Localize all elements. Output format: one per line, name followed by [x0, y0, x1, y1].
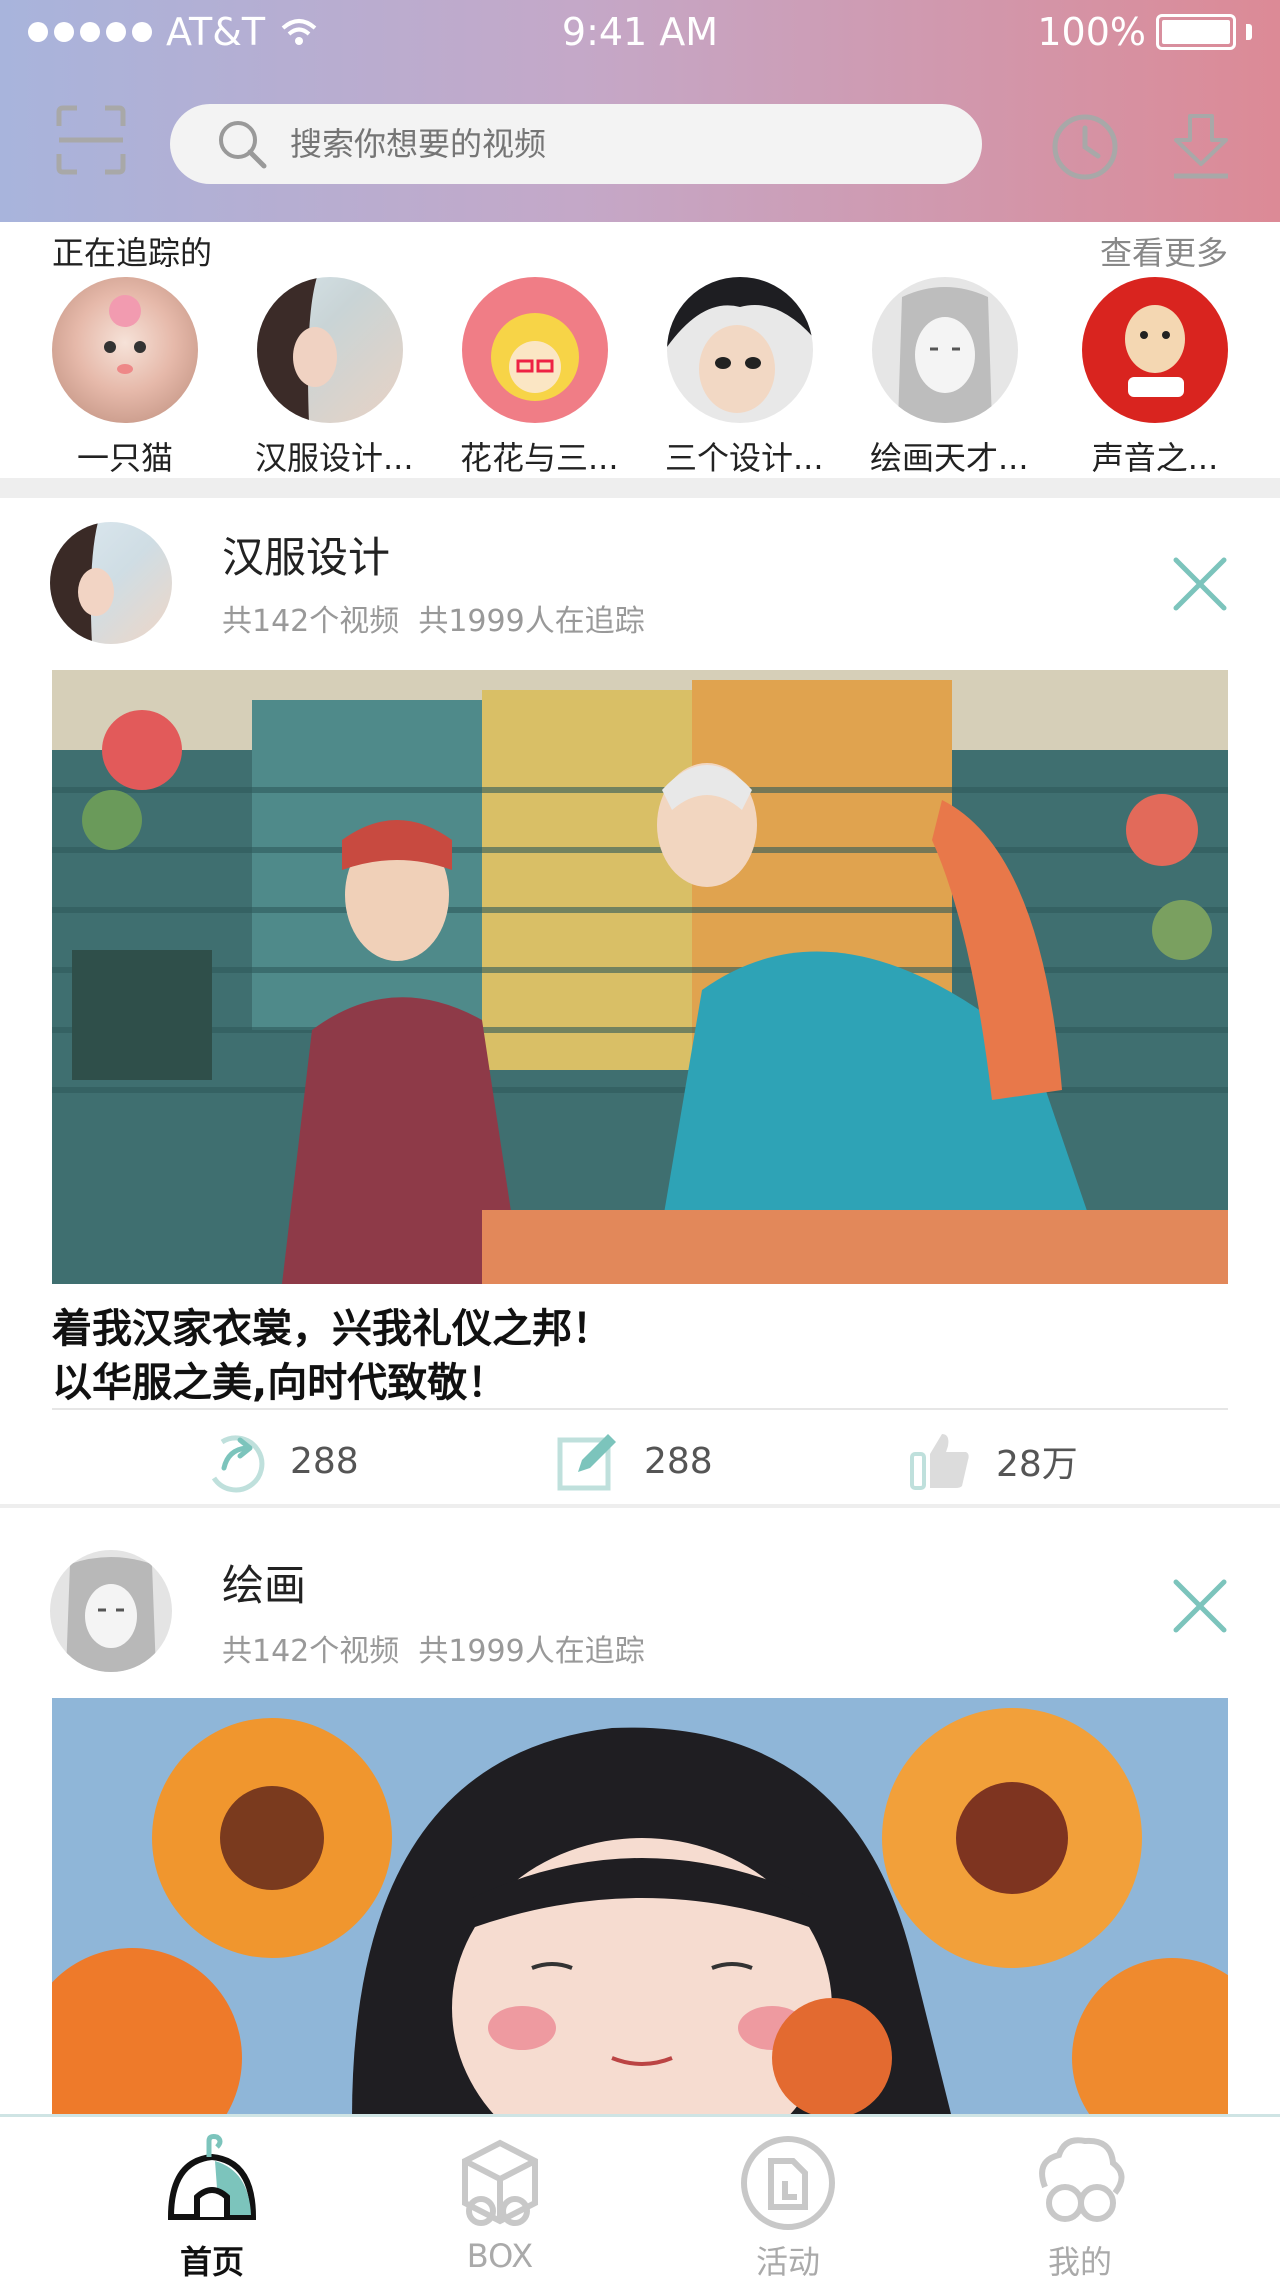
tab-home[interactable]: 首页 — [132, 2131, 292, 2277]
tab-box[interactable]: BOX — [420, 2131, 580, 2275]
follower-count: 共1999人在追踪 — [418, 604, 645, 639]
follower-count: 共1999人在追踪 — [418, 1634, 645, 1669]
following-item[interactable]: 花花与三... — [460, 277, 619, 479]
comment-button[interactable]: 288 — [556, 1428, 713, 1494]
battery-info: 100% — [1037, 10, 1252, 54]
app-screen: AT&T 9:41 AM 100% 搜索你想要的视频 正在追踪的 查看更多 一只… — [0, 0, 1280, 2277]
post-avatar[interactable] — [50, 522, 172, 644]
following-name: 声音之... — [1091, 439, 1219, 477]
like-button[interactable]: 28万 — [908, 1428, 1078, 1494]
search-input[interactable] — [290, 125, 890, 163]
post-caption: 着我汉家衣裳，兴我礼仪之邦！ 以华服之美,向时代致敬！ — [52, 1302, 612, 1410]
tab-activity[interactable]: 活动 — [708, 2131, 868, 2277]
search-bar[interactable] — [170, 104, 982, 184]
share-count: 288 — [290, 1440, 359, 1482]
thumbs-up-icon — [910, 1434, 969, 1490]
battery-label: 100% — [1037, 10, 1146, 54]
status-bar: AT&T 9:41 AM 100% — [0, 0, 1280, 66]
like-count: 28万 — [996, 1444, 1078, 1485]
following-name: 绘画天才... — [870, 439, 1029, 477]
avatar — [872, 277, 1018, 423]
share-button[interactable]: 288 — [202, 1428, 359, 1494]
following-name: 汉服设计... — [255, 439, 414, 477]
following-item[interactable]: 三个设计... — [665, 277, 824, 479]
history-icon[interactable] — [1050, 112, 1120, 182]
avatar — [667, 277, 813, 423]
download-icon[interactable] — [1170, 112, 1232, 182]
post-image[interactable] — [52, 1698, 1228, 2118]
post-image[interactable] — [52, 670, 1228, 1284]
comment-count: 288 — [644, 1440, 713, 1482]
avatar — [257, 277, 403, 423]
scan-icon[interactable] — [55, 104, 127, 176]
edit-icon — [557, 1434, 616, 1491]
tab-label: 我的 — [1047, 2243, 1112, 2277]
following-name: 花花与三... — [460, 439, 619, 477]
activity-icon — [741, 2136, 835, 2230]
caption-line: 以华服之美,向时代致敬！ — [52, 1360, 508, 1406]
box-icon — [462, 2139, 538, 2226]
avatar — [52, 277, 198, 423]
following-name: 三个设计... — [665, 439, 824, 477]
post-meta: 共142个视频 共1999人在追踪 — [222, 1626, 645, 1670]
section-gap — [0, 478, 1280, 498]
close-icon[interactable] — [1172, 556, 1228, 612]
post-title[interactable]: 绘画 — [222, 1552, 306, 1613]
divider — [52, 1408, 1228, 1410]
post-separator — [0, 1504, 1280, 1508]
avatar — [462, 277, 608, 423]
search-icon — [219, 121, 267, 169]
video-count: 共142个视频 — [222, 1634, 400, 1669]
post-meta: 共142个视频 共1999人在追踪 — [222, 596, 645, 640]
following-item[interactable]: 绘画天才... — [870, 277, 1029, 479]
video-count: 共142个视频 — [222, 604, 400, 639]
home-icon — [167, 2134, 257, 2220]
tab-label: 首页 — [179, 2243, 244, 2277]
following-name: 一只猫 — [76, 439, 173, 477]
caption-line: 着我汉家衣裳，兴我礼仪之邦！ — [52, 1306, 612, 1352]
avatar — [1082, 277, 1228, 423]
tab-label: BOX — [466, 2237, 534, 2275]
following-item[interactable]: 声音之... — [1080, 277, 1230, 479]
tab-me[interactable]: 我的 — [1000, 2131, 1160, 2277]
share-icon — [211, 1435, 265, 1493]
post-title[interactable]: 汉服设计 — [222, 524, 390, 585]
header: AT&T 9:41 AM 100% — [0, 0, 1280, 222]
battery-icon — [1156, 14, 1236, 50]
close-icon[interactable] — [1172, 1578, 1228, 1634]
post-avatar[interactable] — [50, 1550, 172, 1672]
following-item[interactable]: 一只猫 — [50, 277, 200, 479]
profile-icon — [1039, 2137, 1125, 2222]
tab-bar: 首页 BOX 活动 我的 — [0, 2114, 1280, 2277]
see-more-link[interactable]: 查看更多 — [1100, 228, 1228, 274]
tab-label: 活动 — [755, 2243, 820, 2277]
following-title: 正在追踪的 — [52, 234, 213, 272]
following-item[interactable]: 汉服设计... — [255, 277, 414, 479]
